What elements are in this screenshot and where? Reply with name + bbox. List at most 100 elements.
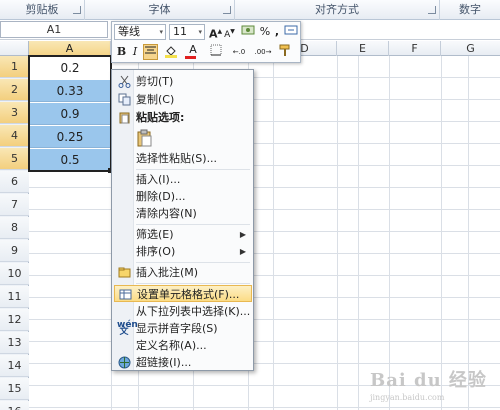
grow-font-button[interactable]: A▲ bbox=[209, 24, 222, 41]
menu-item-pick-from-list[interactable]: 从下拉列表中选择(K)... bbox=[114, 303, 252, 320]
row-header-14[interactable]: 14 bbox=[0, 355, 29, 377]
context-menu: 剪切(T) 复制(C) 粘贴选项: 选择性粘贴(S)... 插入(I)... 删… bbox=[111, 69, 254, 371]
copy-icon bbox=[117, 93, 131, 107]
column-header-f[interactable]: F bbox=[389, 41, 441, 56]
baidu-watermark: Bai du 经验 jingyan.baidu.com bbox=[370, 366, 495, 406]
column-header-a[interactable]: A bbox=[29, 41, 111, 56]
comma-button[interactable]: , bbox=[272, 24, 282, 40]
column-header-e[interactable]: E bbox=[337, 41, 389, 56]
scissors-icon bbox=[117, 75, 131, 89]
ribbon-group-alignment-label: 对齐方式 bbox=[315, 3, 359, 16]
font-color-icon: A bbox=[189, 43, 197, 56]
menu-item-sort[interactable]: 排序(O) ▶ bbox=[114, 243, 252, 260]
center-align-icon bbox=[145, 46, 156, 54]
italic-button[interactable]: I bbox=[129, 44, 141, 60]
font-name-value: 等线 bbox=[118, 25, 140, 38]
ribbon-group-clipboard-label: 剪贴板 bbox=[25, 3, 59, 16]
chevron-down-icon[interactable]: ▾ bbox=[198, 25, 202, 39]
row-header-6[interactable]: 6 bbox=[0, 171, 29, 193]
row-header-9[interactable]: 9 bbox=[0, 240, 29, 262]
ribbon-group-clipboard[interactable]: 剪贴板 bbox=[0, 0, 85, 20]
format-cells-icon bbox=[118, 288, 132, 302]
phonetic-icon: wén 文 bbox=[117, 320, 138, 337]
menu-item-copy[interactable]: 复制(C) bbox=[114, 91, 252, 108]
merge-button[interactable] bbox=[283, 24, 299, 40]
fill-color-button[interactable] bbox=[161, 44, 181, 60]
ribbon-group-number-label: 数字 bbox=[459, 3, 481, 16]
dialog-launcher-icon[interactable] bbox=[223, 6, 231, 14]
menu-item-label: 超链接(I)... bbox=[136, 356, 192, 369]
gridline bbox=[273, 56, 274, 410]
menu-item-define-name[interactable]: 定义名称(A)... bbox=[114, 337, 252, 354]
row-header-13[interactable]: 13 bbox=[0, 332, 29, 354]
menu-item-label: 排序(O) bbox=[136, 245, 176, 258]
paste-option-clipboard[interactable] bbox=[114, 127, 252, 149]
accounting-format-button[interactable] bbox=[239, 24, 257, 40]
row-header-10[interactable]: 10 bbox=[0, 263, 29, 285]
menu-item-paste-special[interactable]: 选择性粘贴(S)... bbox=[114, 150, 252, 167]
select-all-corner[interactable] bbox=[0, 41, 29, 56]
decrease-decimal-button[interactable]: .00→ bbox=[252, 44, 274, 60]
shrink-font-button[interactable]: A▼ bbox=[223, 24, 236, 40]
column-header-g[interactable]: G bbox=[441, 41, 500, 56]
percent-button[interactable]: % bbox=[259, 24, 271, 40]
menu-item-label: 选择性粘贴(S)... bbox=[136, 152, 218, 165]
row-header-11[interactable]: 11 bbox=[0, 286, 29, 308]
row-header-8[interactable]: 8 bbox=[0, 217, 29, 239]
name-box[interactable]: A1 bbox=[0, 21, 108, 38]
submenu-arrow-icon: ▶ bbox=[239, 230, 246, 239]
clipboard-icon bbox=[136, 129, 154, 147]
row-header-1[interactable]: 1 bbox=[0, 56, 29, 78]
row-headers: 1 2 3 4 5 6 7 8 9 10 11 12 13 14 15 16 bbox=[0, 56, 29, 410]
row-header-5[interactable]: 5 bbox=[0, 148, 29, 170]
dialog-launcher-icon[interactable] bbox=[73, 6, 81, 14]
chevron-down-icon[interactable]: ▾ bbox=[159, 25, 163, 39]
font-color-button[interactable]: A bbox=[182, 43, 204, 60]
row-header-15[interactable]: 15 bbox=[0, 378, 29, 400]
row-header-16[interactable]: 16 bbox=[0, 401, 29, 410]
ribbon-group-number[interactable]: 数字 bbox=[440, 0, 500, 20]
menu-item-label: 清除内容(N) bbox=[136, 207, 197, 220]
merge-cells-icon bbox=[284, 25, 298, 35]
menu-item-label: 显示拼音字段(S) bbox=[136, 322, 218, 335]
row-header-12[interactable]: 12 bbox=[0, 309, 29, 331]
borders-icon bbox=[210, 44, 222, 56]
font-name-box[interactable]: 等线 ▾ bbox=[114, 24, 166, 40]
bold-button[interactable]: B bbox=[115, 44, 128, 60]
font-size-value: 11 bbox=[173, 25, 187, 38]
menu-separator bbox=[136, 283, 250, 284]
menu-item-insert[interactable]: 插入(I)... bbox=[114, 171, 252, 188]
row-header-3[interactable]: 3 bbox=[0, 102, 29, 124]
ribbon-group-font-label: 字体 bbox=[148, 3, 171, 16]
formula-input[interactable] bbox=[300, 21, 500, 38]
row-header-4[interactable]: 4 bbox=[0, 125, 29, 147]
menu-item-label: 设置单元格格式(F)... bbox=[137, 288, 240, 301]
format-painter-button[interactable] bbox=[276, 44, 294, 60]
center-align-button[interactable] bbox=[143, 44, 158, 60]
ribbon-group-alignment[interactable]: 对齐方式 bbox=[235, 0, 440, 20]
menu-item-cut[interactable]: 剪切(T) bbox=[114, 73, 252, 90]
gridline bbox=[441, 56, 442, 410]
menu-item-label: 插入(I)... bbox=[136, 173, 181, 186]
mini-toolbar: 等线 ▾ 11 ▾ A▲ A▼ % , B I A ←.0 .00→ bbox=[111, 21, 301, 63]
menu-item-clear-contents[interactable]: 清除内容(N) bbox=[114, 205, 252, 222]
menu-item-show-phonetic[interactable]: wén 文 显示拼音字段(S) bbox=[114, 320, 252, 337]
fill-color-icon bbox=[165, 46, 177, 58]
grow-font-icon: A bbox=[209, 27, 218, 41]
ribbon-group-strip: 剪贴板 字体 对齐方式 数字 bbox=[0, 0, 500, 20]
borders-button[interactable] bbox=[206, 44, 226, 60]
menu-item-hyperlink[interactable]: 超链接(I)... bbox=[114, 354, 252, 371]
font-size-box[interactable]: 11 ▾ bbox=[169, 24, 205, 40]
font-color-bar bbox=[185, 56, 196, 59]
row-header-7[interactable]: 7 bbox=[0, 194, 29, 216]
menu-item-delete[interactable]: 删除(D)... bbox=[114, 188, 252, 205]
dialog-launcher-icon[interactable] bbox=[428, 6, 436, 14]
comment-icon bbox=[117, 266, 131, 280]
increase-decimal-button[interactable]: ←.0 bbox=[228, 44, 250, 60]
menu-item-format-cells[interactable]: 设置单元格格式(F)... bbox=[114, 285, 252, 302]
menu-item-insert-comment[interactable]: 插入批注(M) bbox=[114, 264, 252, 281]
menu-item-filter[interactable]: 筛选(E) ▶ bbox=[114, 226, 252, 243]
ribbon-group-font[interactable]: 字体 bbox=[85, 0, 235, 20]
menu-item-label: 粘贴选项: bbox=[136, 111, 185, 124]
row-header-2[interactable]: 2 bbox=[0, 79, 29, 101]
